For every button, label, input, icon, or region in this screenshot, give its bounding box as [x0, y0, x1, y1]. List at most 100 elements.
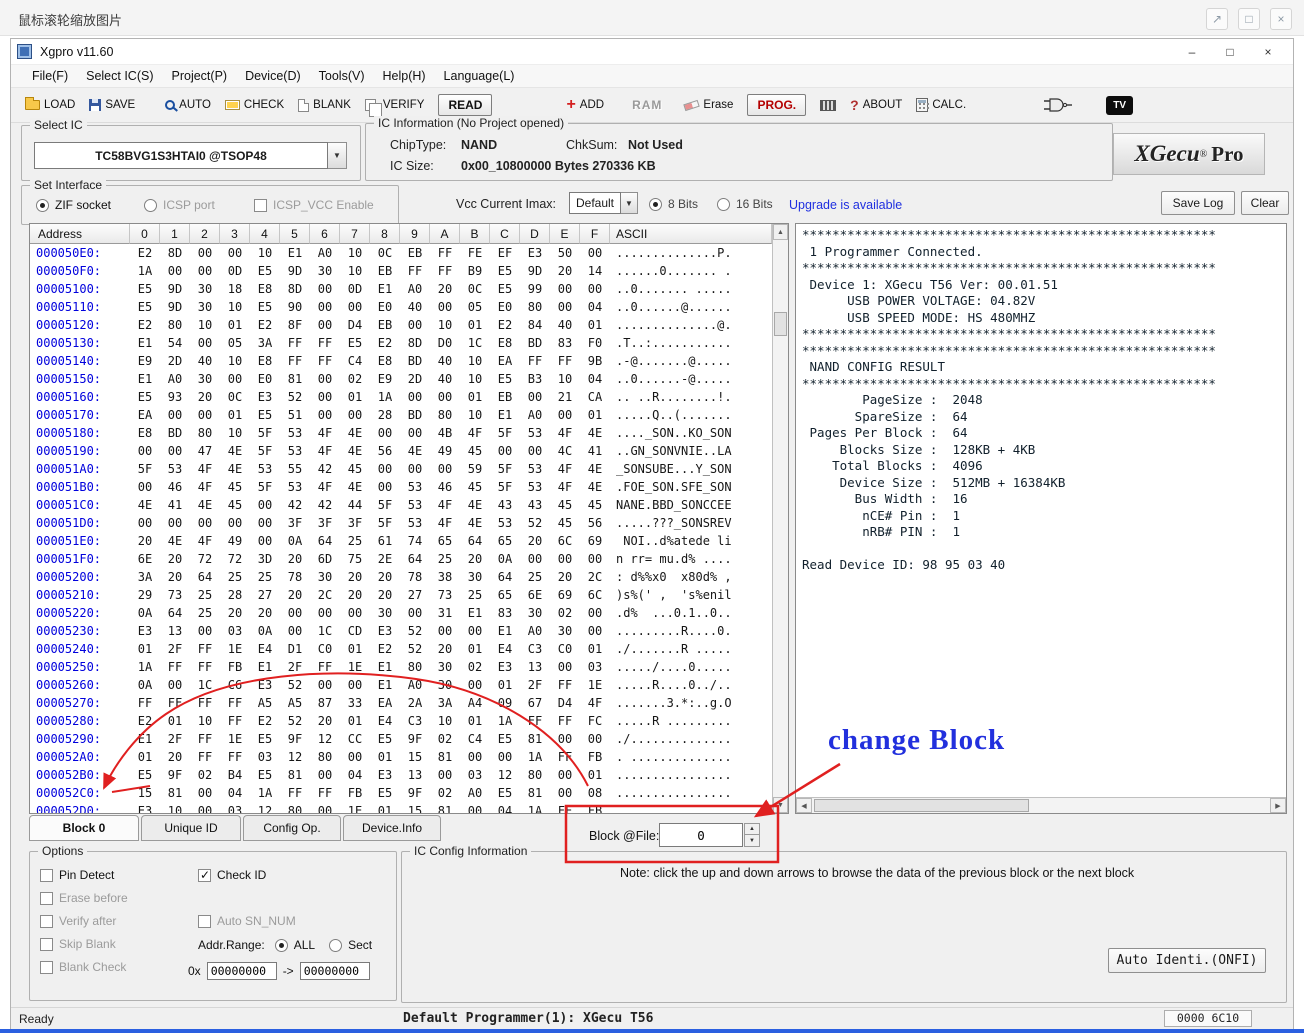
hex-byte-cell[interactable]: E3: [250, 390, 280, 404]
hex-byte-cell[interactable]: 45: [340, 462, 370, 476]
hex-byte-cell[interactable]: 6E: [130, 552, 160, 566]
hex-byte-cell[interactable]: 00: [550, 786, 580, 800]
hex-byte-cell[interactable]: 01: [130, 642, 160, 656]
hex-byte-cell[interactable]: EF: [490, 246, 520, 260]
hex-byte-cell[interactable]: 43: [490, 498, 520, 512]
hex-byte-cell[interactable]: 59: [460, 462, 490, 476]
hex-byte-cell[interactable]: FF: [280, 336, 310, 350]
hex-byte-cell[interactable]: 81: [430, 750, 460, 764]
hex-byte-cell[interactable]: 80: [520, 300, 550, 314]
hex-byte-cell[interactable]: 40: [430, 354, 460, 368]
hex-byte-cell[interactable]: 69: [550, 588, 580, 602]
hex-ascii-cell[interactable]: ./..............: [610, 732, 772, 746]
hex-byte-cell[interactable]: 9D: [280, 264, 310, 278]
hex-ascii-cell[interactable]: NOI..d%atede li: [610, 534, 772, 548]
hex-byte-cell[interactable]: BD: [520, 336, 550, 350]
hex-byte-cell[interactable]: 72: [220, 552, 250, 566]
hex-byte-cell[interactable]: 53: [520, 480, 550, 494]
hex-byte-cell[interactable]: E1: [130, 336, 160, 350]
hex-byte-cell[interactable]: E1: [370, 660, 400, 674]
hex-byte-cell[interactable]: 01: [490, 678, 520, 692]
hex-byte-cell[interactable]: E1: [130, 732, 160, 746]
hex-byte-cell[interactable]: 56: [370, 444, 400, 458]
hex-byte-cell[interactable]: 25: [190, 588, 220, 602]
hex-byte-cell[interactable]: 33: [340, 696, 370, 710]
hex-byte-cell[interactable]: 52: [400, 642, 430, 656]
hex-byte-cell[interactable]: 01: [130, 750, 160, 764]
hex-byte-cell[interactable]: 12: [280, 750, 310, 764]
hex-byte-cell[interactable]: 00: [550, 552, 580, 566]
hex-byte-cell[interactable]: E5: [250, 768, 280, 782]
close-icon[interactable]: ×: [1270, 8, 1292, 30]
hex-byte-cell[interactable]: E2: [250, 714, 280, 728]
hex-byte-cell[interactable]: 4E: [460, 516, 490, 530]
hex-byte-cell[interactable]: CA: [580, 390, 610, 404]
hex-ascii-cell[interactable]: _SONSUBE...Y_SON: [610, 462, 772, 476]
hex-byte-cell[interactable]: E5: [490, 372, 520, 386]
hex-byte-cell[interactable]: 46: [160, 480, 190, 494]
hex-byte-cell[interactable]: 10: [460, 372, 490, 386]
hex-byte-cell[interactable]: E1: [490, 624, 520, 638]
hex-ascii-cell[interactable]: .-@.......@.....: [610, 354, 772, 368]
hex-byte-cell[interactable]: 10: [430, 318, 460, 332]
hex-byte-cell[interactable]: 04: [490, 804, 520, 813]
hex-byte-cell[interactable]: 20: [430, 642, 460, 656]
hex-byte-cell[interactable]: 4E: [340, 426, 370, 440]
hex-byte-cell[interactable]: 80: [430, 408, 460, 422]
hex-byte-cell[interactable]: E2: [130, 714, 160, 728]
icsp-port-radio[interactable]: ICSP port: [144, 198, 215, 212]
hex-byte-cell[interactable]: 05: [220, 336, 250, 350]
hex-ascii-cell[interactable]: : d%%x0 x80d% ,: [610, 570, 772, 584]
verify-button[interactable]: VERIFY: [365, 99, 425, 111]
hex-byte-cell[interactable]: FF: [520, 354, 550, 368]
hex-byte-cell[interactable]: 01: [370, 804, 400, 813]
hex-ascii-cell[interactable]: ...._SON..KO_SON: [610, 426, 772, 440]
tv-button[interactable]: TV: [1106, 96, 1133, 115]
hex-ascii-cell[interactable]: .......3.*:..g.O: [610, 696, 772, 710]
hex-byte-cell[interactable]: 4B: [430, 426, 460, 440]
hex-byte-cell[interactable]: A0: [310, 246, 340, 260]
hex-byte-cell[interactable]: E5: [490, 732, 520, 746]
hex-byte-cell[interactable]: 50: [550, 246, 580, 260]
zif-socket-radio[interactable]: ZIF socket: [36, 198, 111, 212]
hex-byte-cell[interactable]: E1: [280, 246, 310, 260]
hex-byte-cell[interactable]: 05: [460, 300, 490, 314]
hex-byte-cell[interactable]: 01: [580, 642, 610, 656]
hex-byte-cell[interactable]: 41: [580, 444, 610, 458]
hex-byte-cell[interactable]: 25: [460, 588, 490, 602]
hex-byte-cell[interactable]: 2F: [160, 642, 190, 656]
hex-byte-cell[interactable]: 04: [340, 768, 370, 782]
hex-byte-cell[interactable]: 28: [370, 408, 400, 422]
hex-byte-cell[interactable]: 09: [490, 696, 520, 710]
hex-byte-cell[interactable]: 20: [160, 570, 190, 584]
hex-byte-cell[interactable]: 4F: [190, 534, 220, 548]
hex-byte-cell[interactable]: 00: [160, 516, 190, 530]
hex-byte-cell[interactable]: 9D: [160, 282, 190, 296]
hex-byte-cell[interactable]: 8D: [400, 336, 430, 350]
hex-byte-cell[interactable]: BD: [160, 426, 190, 440]
hex-byte-cell[interactable]: 9D: [520, 264, 550, 278]
scrollbar-thumb[interactable]: [814, 799, 1029, 812]
hex-byte-cell[interactable]: 4E: [580, 426, 610, 440]
hex-byte-cell[interactable]: B4: [220, 768, 250, 782]
hex-byte-cell[interactable]: A0: [520, 624, 550, 638]
hex-byte-cell[interactable]: 5F: [250, 426, 280, 440]
hex-byte-cell[interactable]: 20: [550, 264, 580, 278]
hex-byte-cell[interactable]: 00: [190, 624, 220, 638]
hex-byte-cell[interactable]: 00: [310, 408, 340, 422]
hex-byte-cell[interactable]: 00: [190, 246, 220, 260]
hex-byte-cell[interactable]: 64: [460, 534, 490, 548]
hex-byte-cell[interactable]: 20: [250, 606, 280, 620]
hex-byte-cell[interactable]: 3A: [430, 696, 460, 710]
ic-selector-dropdown-icon[interactable]: ▼: [328, 142, 347, 169]
hex-byte-cell[interactable]: 00: [310, 390, 340, 404]
hex-byte-cell[interactable]: E1: [370, 282, 400, 296]
hex-byte-cell[interactable]: EA: [490, 354, 520, 368]
hex-byte-cell[interactable]: E5: [250, 300, 280, 314]
hex-byte-cell[interactable]: 81: [520, 732, 550, 746]
hex-byte-cell[interactable]: 3F: [340, 516, 370, 530]
hex-byte-cell[interactable]: 00: [370, 462, 400, 476]
hex-byte-cell[interactable]: 00: [430, 624, 460, 638]
hex-byte-cell[interactable]: 93: [160, 390, 190, 404]
hex-byte-cell[interactable]: 00: [580, 246, 610, 260]
